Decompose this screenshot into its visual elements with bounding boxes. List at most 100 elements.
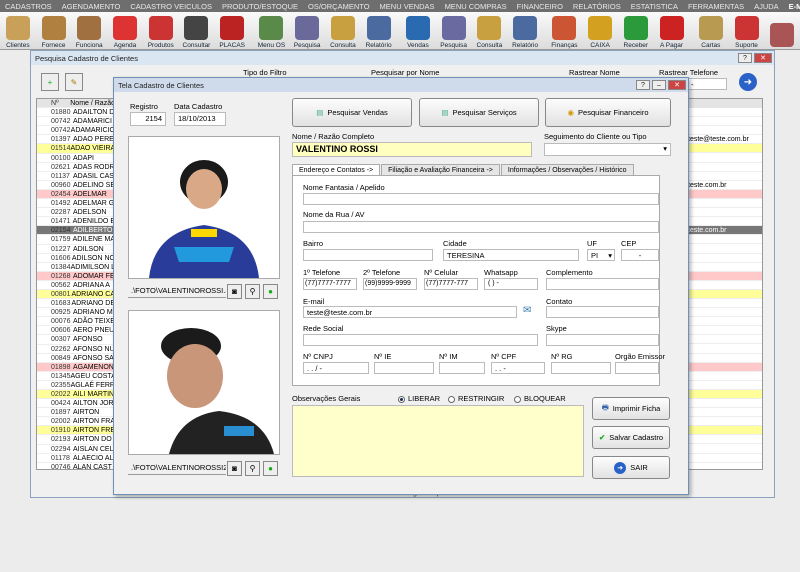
table-row-right[interactable] <box>686 326 762 336</box>
table-row-right[interactable] <box>686 362 762 372</box>
table-row[interactable]: 02621 ADAS RODR <box>37 163 115 172</box>
rede-social-input[interactable] <box>303 334 538 346</box>
cnpj-input[interactable]: . . / - <box>303 362 369 374</box>
menu-item-1[interactable]: AGENDAMENTO <box>57 2 126 11</box>
segmento-select[interactable]: ▾ <box>544 143 671 156</box>
table-row-right[interactable] <box>686 263 762 272</box>
email-input[interactable]: teste@teste.com.br <box>303 306 517 318</box>
toolbar-button-3[interactable]: Agenda <box>107 12 143 50</box>
toolbar-button-12[interactable]: Pesquisa <box>436 12 472 50</box>
upload-icon[interactable]: ● <box>263 284 278 299</box>
toolbar-button-11[interactable]: Vendas <box>400 12 436 50</box>
dialog-minimize-button[interactable]: – <box>652 80 666 90</box>
table-row-right[interactable] <box>686 444 762 454</box>
cpf-input[interactable]: . . - <box>491 362 545 374</box>
toolbar-button-14[interactable]: Relatório <box>507 12 543 50</box>
table-row-right[interactable] <box>686 153 762 163</box>
table-row-right[interactable] <box>686 126 762 136</box>
toolbar-button-17[interactable]: Receber <box>618 12 654 50</box>
contato-input[interactable] <box>546 306 659 318</box>
table-row-right[interactable] <box>686 454 762 463</box>
toolbar-button-20[interactable]: Suporte <box>729 12 765 50</box>
table-row-right[interactable] <box>686 389 762 399</box>
tel1-input[interactable]: (77)7777-7777 <box>303 278 357 290</box>
email-send-icon[interactable]: ✉ <box>523 305 537 319</box>
help-button[interactable]: ? <box>738 53 752 63</box>
table-row-right[interactable] <box>686 463 762 469</box>
table-row[interactable]: 01345 AGEU COSTA <box>37 372 115 381</box>
table-row[interactable]: 00849 AFONSO SA <box>37 354 115 363</box>
table-row[interactable]: 01606 ADILSON NO <box>37 254 115 263</box>
menu-item-7[interactable]: FINANCEIRO <box>512 2 568 11</box>
table-row-right[interactable] <box>686 399 762 409</box>
toolbar-button-18[interactable]: A Pagar <box>654 12 690 50</box>
toolbar-button-9[interactable]: Consulta <box>325 12 361 50</box>
pesquisar-vendas-button[interactable]: ▤ Pesquisar Vendas <box>292 98 412 127</box>
table-row[interactable]: 01137 ADASIL CAS <box>37 172 115 181</box>
toolbar-button-13[interactable]: Consulta <box>472 12 508 50</box>
menu-item-10[interactable]: FERRAMENTAS <box>683 2 749 11</box>
table-row[interactable]: 01397 ADAO PERE <box>37 135 115 145</box>
table-row-right[interactable] <box>686 217 762 227</box>
table-row-right[interactable] <box>686 108 762 118</box>
toolbar-button-6[interactable]: PLACAS <box>214 12 250 50</box>
cel-input[interactable]: (77)7777-777 <box>424 278 478 290</box>
table-row[interactable]: 01880 ADAILTON D <box>37 108 115 118</box>
orgao-input[interactable] <box>615 362 659 374</box>
im-input[interactable] <box>439 362 485 374</box>
table-row[interactable]: 02262 AFONSO NU <box>37 345 115 354</box>
toolbar-button-16[interactable]: CAIXA <box>582 12 618 50</box>
table-row[interactable]: 00307 AFONSO <box>37 335 115 345</box>
table-row[interactable]: 01384 ADIMILSON L <box>37 263 115 272</box>
table-row[interactable]: 01514 ADAO VIEIRA <box>37 144 115 154</box>
table-row-right[interactable] <box>686 381 762 390</box>
magnifier-icon[interactable]: ⚲ <box>245 284 260 299</box>
table-row-right[interactable] <box>686 435 762 445</box>
toolbar-button-10[interactable]: Relatório <box>361 12 397 50</box>
toolbar-button-2[interactable]: Funciona <box>71 12 107 50</box>
menu-item-5[interactable]: MENU VENDAS <box>375 2 440 11</box>
whatsapp-input[interactable]: ( ) - <box>484 278 538 290</box>
radio-restringir[interactable]: RESTRINGIR <box>448 394 504 403</box>
table-row-right[interactable] <box>686 117 762 127</box>
toolbar-button-5[interactable]: Consultar <box>179 12 215 50</box>
table-row[interactable]: 01910 AIRTON FRE <box>37 426 115 436</box>
table-row[interactable]: 01897 AIRTON <box>37 408 115 418</box>
table-row[interactable]: 01759 ADILENE MA <box>37 235 115 245</box>
table-row-right[interactable] <box>686 426 762 436</box>
table-row-right[interactable] <box>686 244 762 254</box>
table-row[interactable]: 00801 ADRIANO CA <box>37 289 115 300</box>
clients-grid[interactable]: Nº Nome / Razão 01880 ADAILTON D 00742 ADAMA… <box>36 98 116 470</box>
table-row[interactable]: 01898 AGAMENON <box>37 362 115 372</box>
camera-icon[interactable]: ◙ <box>227 284 242 299</box>
table-row[interactable]: 01492 ADELMAR G <box>37 199 115 209</box>
menu-item-2[interactable]: CADASTRO VEICULOS <box>125 2 217 11</box>
table-row[interactable]: 02355 AGLAÉ FERR <box>37 381 115 390</box>
table-row-right[interactable] <box>686 163 762 172</box>
camera-icon-2[interactable]: ◙ <box>227 461 242 476</box>
clients-grid-right[interactable]: teste@teste.com.br teste.com.br teste.com.… <box>685 98 763 470</box>
table-row[interactable]: 00742 ADAMARICIO <box>37 126 115 136</box>
table-row[interactable]: 02294 AISLAN CEL <box>37 445 115 454</box>
dialog-close-button[interactable]: ✕ <box>668 80 686 90</box>
table-row[interactable]: 00746 ALAN CAST <box>37 463 115 469</box>
toolbar-button-15[interactable]: Finanças <box>547 12 583 50</box>
table-row[interactable]: 00076 ADÃO TEIXE <box>37 317 115 327</box>
table-row-right[interactable] <box>686 417 762 427</box>
table-row-right[interactable]: teste.com.br <box>686 181 762 190</box>
add-icon[interactable]: + <box>41 73 59 91</box>
pesquisar-financeiro-button[interactable]: ◉ Pesquisar Financeiro <box>545 98 671 127</box>
salvar-cadastro-button[interactable]: ✔ Salvar Cadastro <box>592 426 670 449</box>
toolbar-button-4[interactable]: Produtos <box>143 12 179 50</box>
table-row-right[interactable] <box>686 144 762 154</box>
table-row-right[interactable] <box>686 308 762 318</box>
ie-input[interactable] <box>374 362 434 374</box>
menu-item-3[interactable]: PRODUTO/ESTOQUE <box>217 2 303 11</box>
toolbar-button-19[interactable]: Cartas <box>693 12 729 50</box>
table-row[interactable]: 01683 ADRIANO DE <box>37 299 115 309</box>
uf-select[interactable]: PI ▾ <box>587 249 615 261</box>
magnifier-icon-2[interactable]: ⚲ <box>245 461 260 476</box>
upload-icon-2[interactable]: ● <box>263 461 278 476</box>
close-button[interactable]: ✕ <box>754 53 772 63</box>
table-row[interactable]: 00606 AERO PNEU <box>37 326 115 336</box>
